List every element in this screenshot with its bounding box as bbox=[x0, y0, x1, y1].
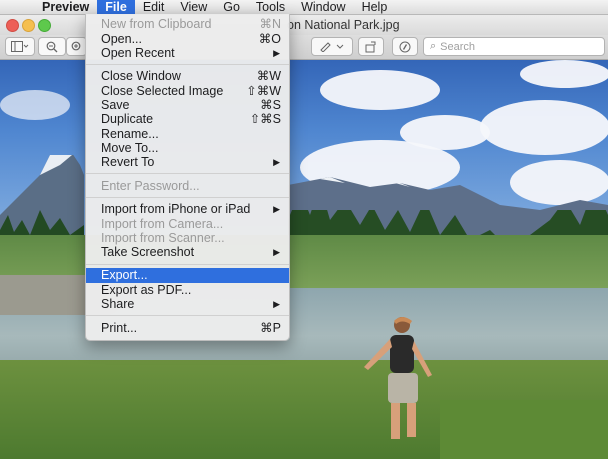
menu-item-new-from-clipboard[interactable]: New from Clipboard ⌘N bbox=[86, 17, 289, 31]
zoom-out-button[interactable] bbox=[38, 37, 66, 56]
menu-item-import-from-camera[interactable]: Import from Camera... bbox=[86, 217, 289, 231]
close-window-button[interactable] bbox=[6, 19, 19, 32]
menu-separator bbox=[86, 197, 289, 198]
search-placeholder: Search bbox=[440, 40, 476, 53]
menu-item-export-as-pdf[interactable]: Export as PDF... bbox=[86, 283, 289, 297]
search-icon: ⌕ bbox=[430, 40, 437, 52]
menu-item-share[interactable]: Share ▶ bbox=[86, 297, 289, 311]
menu-item-move-to[interactable]: Move To... bbox=[86, 141, 289, 155]
menu-item-save[interactable]: Save ⌘S bbox=[86, 98, 289, 112]
menu-item-revert-to[interactable]: Revert To ▶ bbox=[86, 155, 289, 169]
menu-item-open-recent[interactable]: Open Recent ▶ bbox=[86, 46, 289, 60]
file-menu: New from Clipboard ⌘N Open... ⌘O Open Re… bbox=[85, 14, 290, 341]
menu-item-enter-password[interactable]: Enter Password... bbox=[86, 179, 289, 193]
sidebar-toggle-icon bbox=[11, 41, 29, 52]
annotate-icon bbox=[399, 41, 411, 52]
window-title: on National Park.jpg bbox=[287, 18, 400, 32]
menu-edit[interactable]: Edit bbox=[135, 0, 173, 14]
zoom-in-icon bbox=[71, 41, 80, 50]
menu-help[interactable]: Help bbox=[354, 0, 396, 14]
cloud bbox=[480, 100, 608, 155]
menu-item-open[interactable]: Open... ⌘O bbox=[86, 32, 289, 46]
person-wading bbox=[364, 317, 432, 439]
markup-button[interactable] bbox=[311, 37, 353, 56]
menu-separator bbox=[86, 315, 289, 316]
minimize-window-button[interactable] bbox=[22, 19, 35, 32]
menu-separator bbox=[86, 64, 289, 65]
submenu-arrow-icon: ▶ bbox=[273, 204, 280, 214]
search-field[interactable]: ⌕ Search bbox=[423, 37, 605, 56]
zoom-in-button[interactable] bbox=[66, 37, 87, 56]
menu-view[interactable]: View bbox=[172, 0, 215, 14]
menu-preview[interactable]: Preview bbox=[34, 0, 97, 14]
rotate-button[interactable] bbox=[358, 37, 384, 56]
submenu-arrow-icon: ▶ bbox=[273, 247, 280, 257]
sidebar-toggle-button[interactable] bbox=[5, 37, 35, 56]
cloud bbox=[0, 90, 70, 120]
menu-item-rename[interactable]: Rename... bbox=[86, 127, 289, 141]
menu-file[interactable]: File bbox=[97, 0, 135, 14]
menu-item-print[interactable]: Print... ⌘P bbox=[86, 321, 289, 335]
cloud bbox=[320, 70, 440, 110]
annotate-button[interactable] bbox=[392, 37, 418, 56]
submenu-arrow-icon: ▶ bbox=[273, 299, 280, 309]
foreground-grass bbox=[440, 400, 608, 459]
menu-item-export[interactable]: Export... bbox=[86, 268, 289, 283]
submenu-arrow-icon: ▶ bbox=[273, 48, 280, 58]
menu-item-close-window[interactable]: Close Window ⌘W bbox=[86, 69, 289, 83]
zoom-window-button[interactable] bbox=[38, 19, 51, 32]
menu-go[interactable]: Go bbox=[215, 0, 248, 14]
menu-item-import-from-scanner[interactable]: Import from Scanner... bbox=[86, 231, 289, 245]
menu-separator bbox=[86, 264, 289, 265]
cloud bbox=[520, 60, 608, 88]
menu-item-import-from-iphone[interactable]: Import from iPhone or iPad ▶ bbox=[86, 202, 289, 216]
rotate-icon bbox=[365, 41, 375, 52]
submenu-arrow-icon: ▶ bbox=[273, 157, 280, 167]
menu-bar: Preview File Edit View Go Tools Window H… bbox=[0, 0, 608, 15]
menu-tools[interactable]: Tools bbox=[248, 0, 293, 14]
zoom-out-icon bbox=[46, 41, 58, 52]
menu-item-close-selected-image[interactable]: Close Selected Image ⇧⌘W bbox=[86, 84, 289, 98]
markup-pen-icon bbox=[320, 42, 344, 52]
menu-window[interactable]: Window bbox=[293, 0, 353, 14]
menu-separator bbox=[86, 173, 289, 174]
menu-item-duplicate[interactable]: Duplicate ⇧⌘S bbox=[86, 112, 289, 126]
menu-item-take-screenshot[interactable]: Take Screenshot ▶ bbox=[86, 245, 289, 259]
